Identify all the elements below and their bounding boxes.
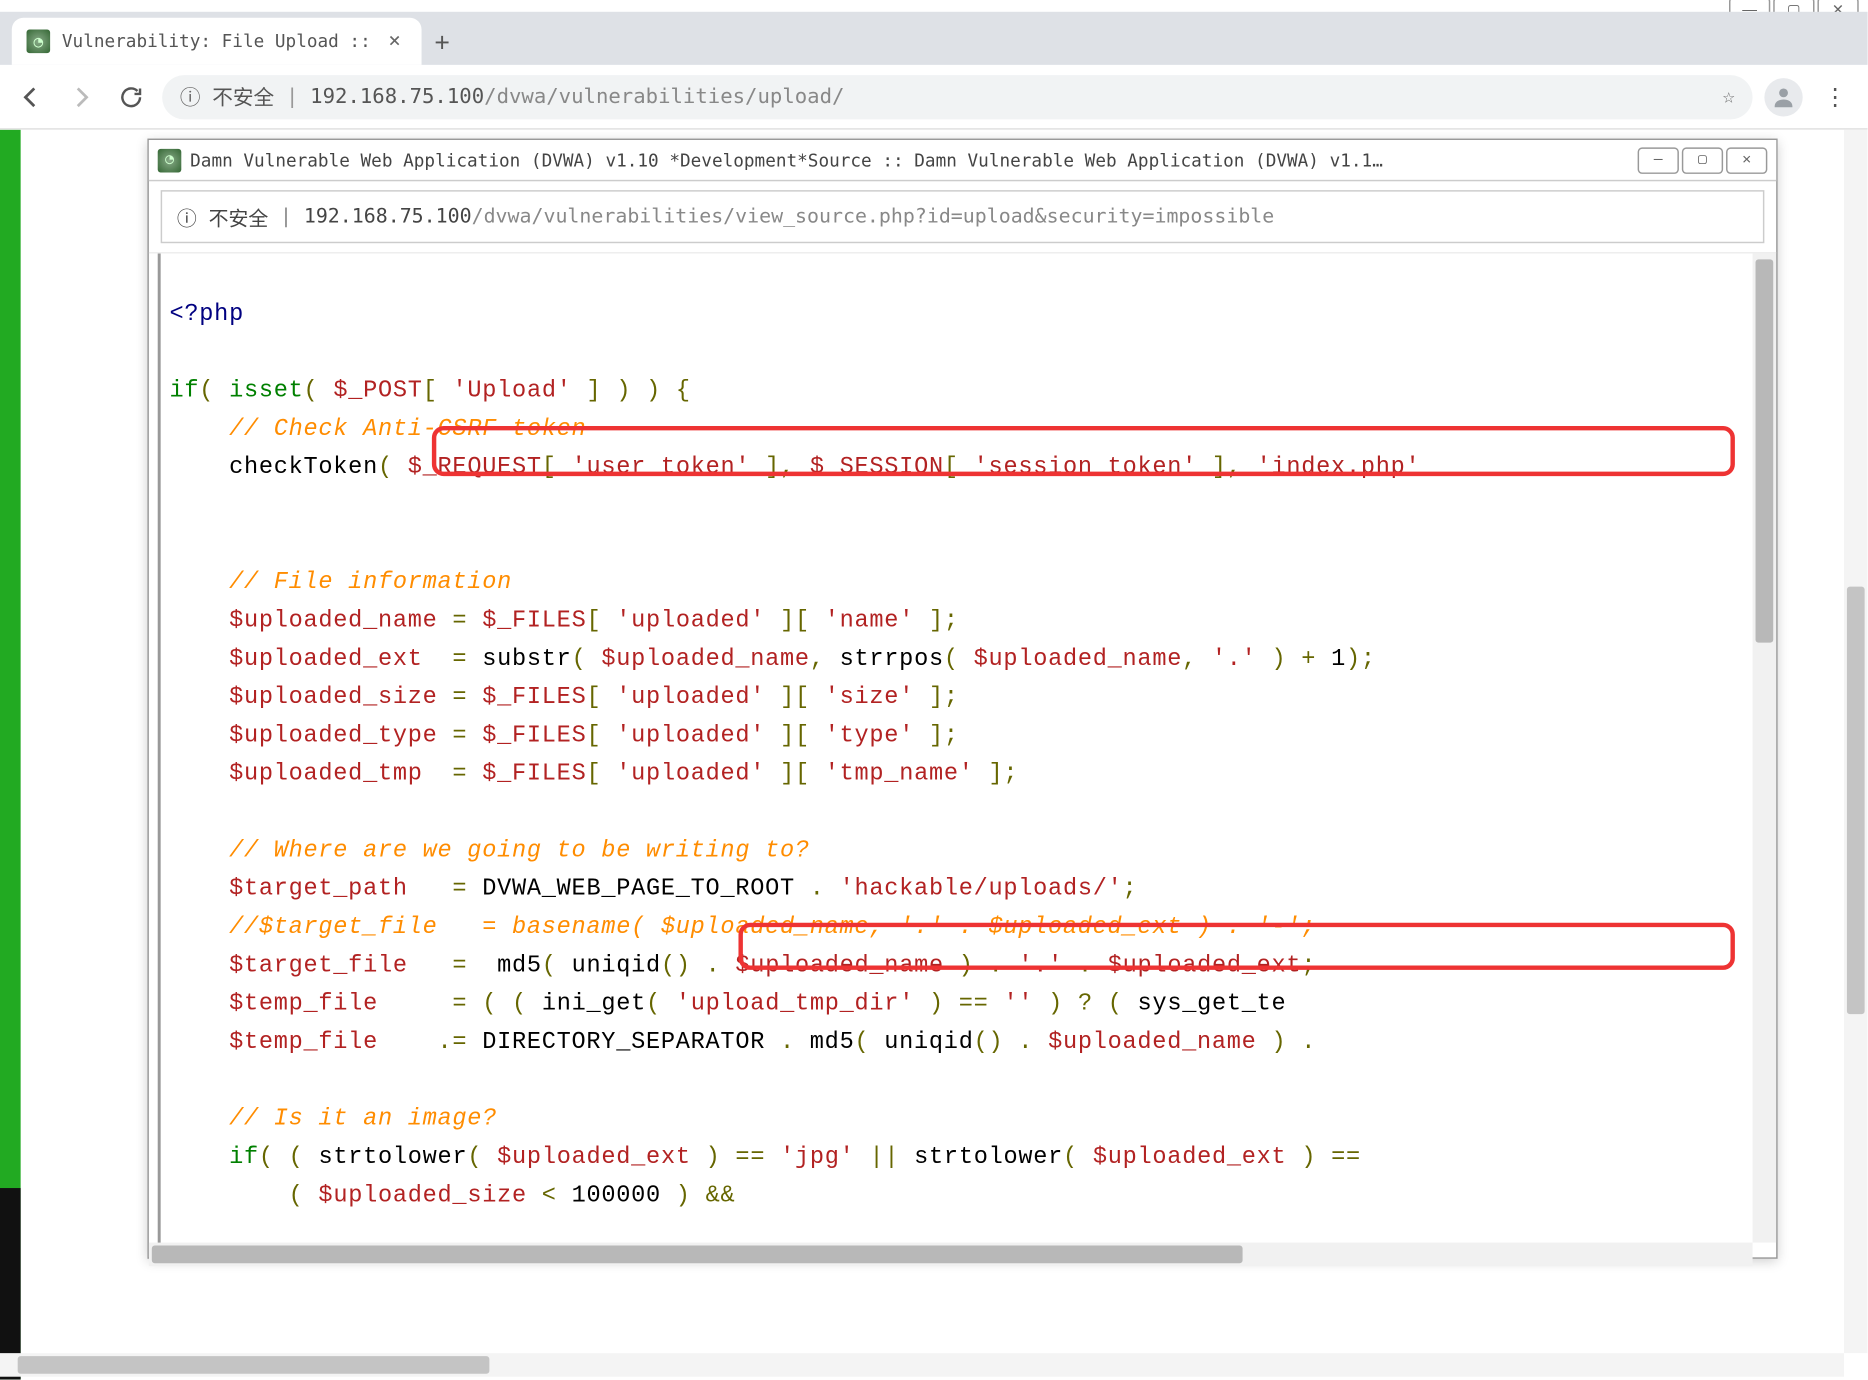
source-code: <?php if( isset( $_POST[ 'Upload' ] ) ) …: [149, 254, 1776, 1230]
inner-content: <?php if( isset( $_POST[ 'Upload' ] ) ) …: [149, 252, 1776, 1266]
outer-window-titlebar: — ▢ ✕: [0, 0, 1868, 12]
tab-close-button[interactable]: ×: [383, 29, 407, 53]
back-button[interactable]: [12, 77, 50, 115]
address-url: 192.168.75.100/dvwa/vulnerabilities/uplo…: [310, 85, 844, 109]
browser-tabstrip: ◔ Vulnerability: File Upload :: × +: [0, 12, 1868, 65]
new-tab-button[interactable]: +: [421, 28, 462, 65]
inner-vertical-scrollbar[interactable]: [1753, 254, 1777, 1243]
inner-favicon: ◔: [158, 148, 182, 172]
info-icon[interactable]: ⓘ: [180, 82, 201, 111]
bookmark-star-icon[interactable]: ☆: [1722, 85, 1734, 109]
page-horizontal-scrollbar[interactable]: [0, 1353, 1844, 1377]
inner-vscroll-thumb[interactable]: [1756, 259, 1774, 642]
inner-insecure-label: 不安全: [209, 202, 269, 231]
inner-titlebar[interactable]: ◔ Damn Vulnerable Web Application (DVWA)…: [149, 140, 1776, 181]
inner-minimize-button[interactable]: —: [1638, 147, 1679, 174]
page-vscroll-thumb[interactable]: [1847, 587, 1865, 1014]
browser-toolbar: ⓘ 不安全 | 192.168.75.100/dvwa/vulnerabilit…: [0, 65, 1868, 130]
page-sidebar-strip: [0, 130, 21, 1380]
profile-avatar[interactable]: [1764, 77, 1802, 115]
page-hscroll-thumb[interactable]: [18, 1356, 490, 1374]
page-vertical-scrollbar[interactable]: [1844, 130, 1868, 1353]
code-gutter: [158, 254, 161, 1246]
inner-url: 192.168.75.100/dvwa/vulnerabilities/view…: [304, 205, 1274, 229]
browser-menu-button[interactable]: ⋮: [1814, 82, 1855, 111]
tab-favicon: ◔: [27, 29, 51, 53]
browser-tab[interactable]: ◔ Vulnerability: File Upload :: ×: [12, 18, 422, 65]
insecure-label: 不安全: [212, 82, 274, 111]
inner-horizontal-scrollbar[interactable]: [149, 1243, 1753, 1267]
address-bar[interactable]: ⓘ 不安全 | 192.168.75.100/dvwa/vulnerabilit…: [162, 74, 1752, 118]
inner-address-bar[interactable]: ⓘ 不安全 | 192.168.75.100/dvwa/vulnerabilit…: [161, 190, 1765, 243]
forward-button[interactable]: [62, 77, 100, 115]
inner-window-title: Damn Vulnerable Web Application (DVWA) v…: [190, 150, 1629, 171]
inner-popup-window: ◔ Damn Vulnerable Web Application (DVWA)…: [147, 139, 1777, 1259]
page-content: ◔ Damn Vulnerable Web Application (DVWA)…: [0, 130, 1868, 1380]
info-icon[interactable]: ⓘ: [177, 202, 197, 231]
reload-button[interactable]: [112, 77, 150, 115]
inner-close-button[interactable]: ✕: [1726, 147, 1767, 174]
inner-maximize-button[interactable]: ▢: [1682, 147, 1723, 174]
tab-title: Vulnerability: File Upload ::: [62, 31, 371, 52]
inner-hscroll-thumb[interactable]: [152, 1246, 1243, 1264]
